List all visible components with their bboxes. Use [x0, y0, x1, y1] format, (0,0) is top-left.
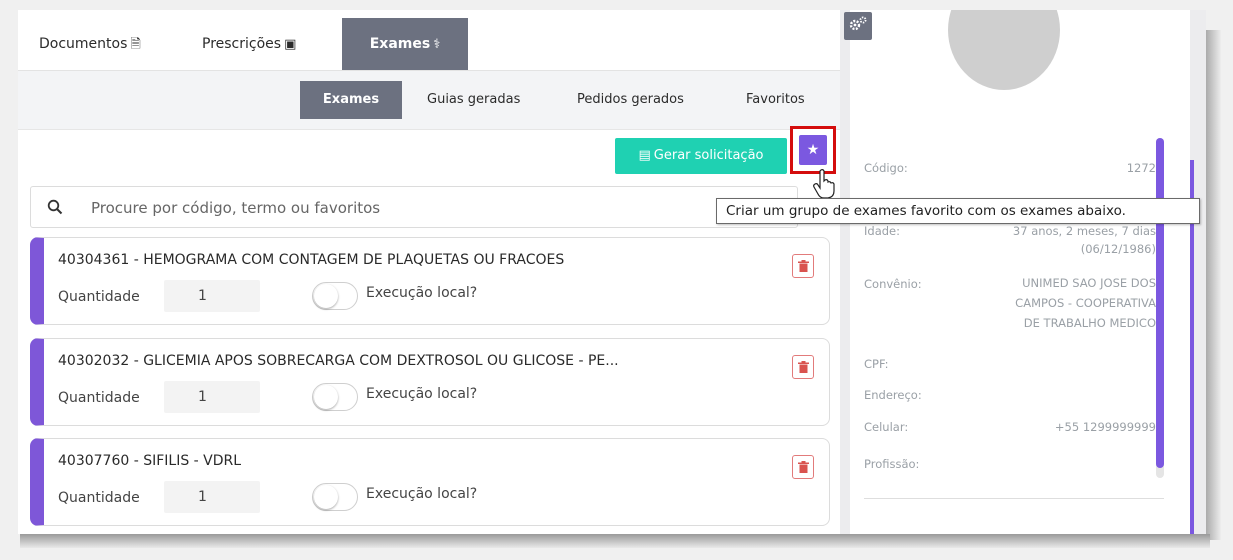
patient-phone-label: Celular: — [864, 420, 909, 434]
main-tabs: Documentos 🗎 Prescrições ▣ Exames ⚕ — [18, 18, 840, 71]
quantity-input[interactable]: 1 — [164, 381, 260, 413]
tab-label: Exames — [369, 36, 431, 52]
patient-code-label: Código: — [864, 161, 908, 175]
frame-shadow — [1205, 30, 1221, 540]
delete-exam-button[interactable] — [792, 455, 814, 479]
patient-age-label: Idade: — [864, 224, 900, 238]
avatar-placeholder — [948, 10, 1060, 90]
local-execution-toggle[interactable] — [312, 282, 358, 310]
tab-label: Prescrições — [202, 36, 282, 52]
tab-documents[interactable]: Documentos 🗎 — [39, 18, 141, 70]
trash-icon — [798, 260, 809, 272]
trash-icon — [798, 361, 809, 373]
generate-request-label: Gerar solicitação — [653, 148, 764, 163]
star-icon: ★ — [806, 142, 820, 158]
generate-request-button[interactable]: ▤ Gerar solicitação — [615, 138, 787, 174]
patient-insurance-line: CAMPOS - COOPERATIVA — [1015, 296, 1156, 310]
patient-address-label: Endereço: — [864, 388, 922, 402]
exam-subtabs: Exames Guias geradas Pedidos gerados Fav… — [18, 71, 840, 130]
quantity-input[interactable]: 1 — [164, 481, 260, 513]
subtab-orders[interactable]: Pedidos gerados — [577, 81, 684, 119]
toggle-knob — [314, 385, 338, 409]
divider — [864, 498, 1164, 499]
search-icon — [47, 199, 63, 215]
local-execution-toggle[interactable] — [312, 383, 358, 411]
patient-panel: Código: 1272 Idade: 37 anos, 2 meses, 7 … — [840, 10, 1206, 534]
exam-item: 40304361 - HEMOGRAMA COM CONTAGEM DE PLA… — [30, 237, 830, 325]
subtab-guides[interactable]: Guias geradas — [427, 81, 520, 119]
exams-panel: Documentos 🗎 Prescrições ▣ Exames ⚕ Exames … — [18, 10, 1200, 534]
patient-insurance-line: UNIMED SAO JOSE DOS — [1022, 276, 1156, 290]
document-icon: 🗎 — [130, 37, 141, 52]
exam-item: 40307760 - SIFILIS - VDRL Quantidade 1 E… — [30, 438, 830, 526]
patient-insurance-label: Convênio: — [864, 277, 922, 291]
patient-birthdate: (06/12/1986) — [1080, 242, 1156, 256]
delete-exam-button[interactable] — [792, 254, 814, 278]
favorite-tooltip: Criar um grupo de exames favorito com os… — [716, 198, 1200, 224]
document-icon: ▤ — [638, 148, 651, 163]
create-favorite-group-button[interactable]: ★ — [799, 135, 827, 165]
patient-code: 1272 — [1126, 161, 1156, 175]
patient-age: 37 anos, 2 meses, 7 dias — [1012, 224, 1156, 238]
local-execution-toggle[interactable] — [312, 483, 358, 511]
toggle-knob — [314, 485, 338, 509]
tab-exams[interactable]: Exames ⚕ — [342, 18, 468, 70]
prescription-icon: ▣ — [284, 37, 297, 52]
exam-title: 40302032 - GLICEMIA APOS SOBRECARGA COM … — [58, 353, 619, 369]
toggle-knob — [314, 284, 338, 308]
local-execution-label: Execução local? — [366, 386, 478, 402]
subtab-exams[interactable]: Exames — [300, 81, 402, 119]
settings-button[interactable] — [844, 12, 872, 40]
favorite-button-highlight: ★ — [790, 126, 836, 174]
subtab-favorites[interactable]: Favoritos — [746, 81, 805, 119]
trash-icon — [798, 461, 809, 473]
exam-title: 40307760 - SIFILIS - VDRL — [58, 453, 242, 469]
local-execution-label: Execução local? — [366, 486, 478, 502]
quantity-label: Quantidade — [58, 490, 140, 506]
exam-title: 40304361 - HEMOGRAMA COM CONTAGEM DE PLA… — [58, 252, 565, 268]
search-input[interactable] — [89, 195, 783, 221]
hand-cursor-icon — [813, 169, 835, 198]
stethoscope-icon: ⚕ — [433, 37, 441, 52]
quantity-input[interactable]: 1 — [164, 280, 260, 312]
patient-phone: +55 1299999999 — [1054, 420, 1156, 434]
quantity-label: Quantidade — [58, 289, 140, 305]
delete-exam-button[interactable] — [792, 355, 814, 379]
frame-shadow — [20, 534, 1210, 548]
gears-icon — [849, 16, 867, 31]
patient-insurance-line: DE TRABALHO MEDICO — [1023, 316, 1156, 330]
patient-cpf-label: CPF: — [864, 357, 889, 371]
tab-label: Documentos — [39, 36, 128, 52]
quantity-label: Quantidade — [58, 390, 140, 406]
search-box — [30, 186, 798, 228]
tab-prescriptions[interactable]: Prescrições ▣ — [202, 18, 296, 70]
app-window: Documentos 🗎 Prescrições ▣ Exames ⚕ Exames … — [18, 10, 1206, 534]
patient-profession-label: Profissão: — [864, 457, 920, 471]
patient-card: Código: 1272 Idade: 37 anos, 2 meses, 7 … — [850, 10, 1190, 534]
scrollbar-thumb[interactable] — [1156, 138, 1164, 468]
local-execution-label: Execução local? — [366, 285, 478, 301]
exam-item: 40302032 - GLICEMIA APOS SOBRECARGA COM … — [30, 338, 830, 426]
